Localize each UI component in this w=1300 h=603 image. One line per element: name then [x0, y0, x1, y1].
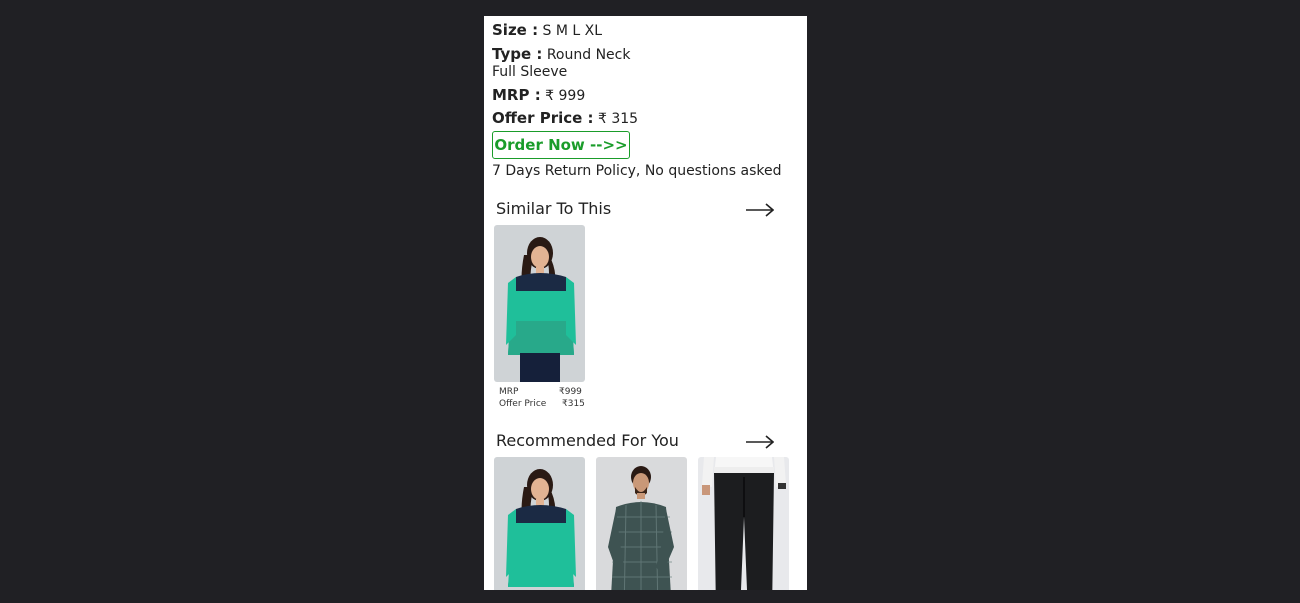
product-image-teal-top: [494, 225, 585, 382]
similar-offer-label: Offer Price: [499, 399, 547, 409]
product-details-panel: Size : S M L XL Type : Round Neck Full S…: [484, 16, 807, 590]
recommended-section-title: Recommended For You: [496, 431, 679, 450]
size-label: Size :: [492, 21, 539, 39]
product-image-black-trousers: [698, 457, 789, 590]
type-row: Type : Round Neck: [492, 45, 630, 63]
arrow-right-icon[interactable]: [746, 435, 774, 449]
product-image-check-shirt: [596, 457, 687, 590]
type-label: Type :: [492, 45, 543, 63]
sleeve-value: Full Sleeve: [492, 64, 568, 80]
product-image-teal-top: [494, 457, 585, 590]
size-value: S M L XL: [542, 23, 603, 39]
recommended-product-card[interactable]: [596, 457, 687, 590]
offer-price-row: Offer Price : ₹ 315: [492, 109, 638, 127]
return-policy-text: 7 Days Return Policy, No questions asked: [492, 163, 782, 179]
recommended-product-card[interactable]: [494, 457, 585, 590]
recommended-product-card[interactable]: [698, 457, 789, 590]
mrp-label: MRP :: [492, 86, 541, 104]
similar-offer-value: ₹315: [562, 399, 585, 409]
similar-product-card[interactable]: [494, 225, 585, 382]
similar-mrp-label: MRP: [499, 387, 519, 397]
type-value: Round Neck: [546, 47, 631, 63]
similar-mrp-value: ₹999: [559, 387, 582, 397]
arrow-right-icon[interactable]: [746, 203, 774, 217]
mrp-value: ₹ 999: [545, 88, 586, 104]
mrp-row: MRP : ₹ 999: [492, 86, 585, 104]
similar-section-title: Similar To This: [496, 199, 612, 218]
order-now-button[interactable]: Order Now -->>: [492, 131, 630, 159]
size-row: Size : S M L XL: [492, 21, 602, 39]
offer-price-label: Offer Price :: [492, 109, 594, 127]
offer-price-value: ₹ 315: [597, 111, 639, 127]
